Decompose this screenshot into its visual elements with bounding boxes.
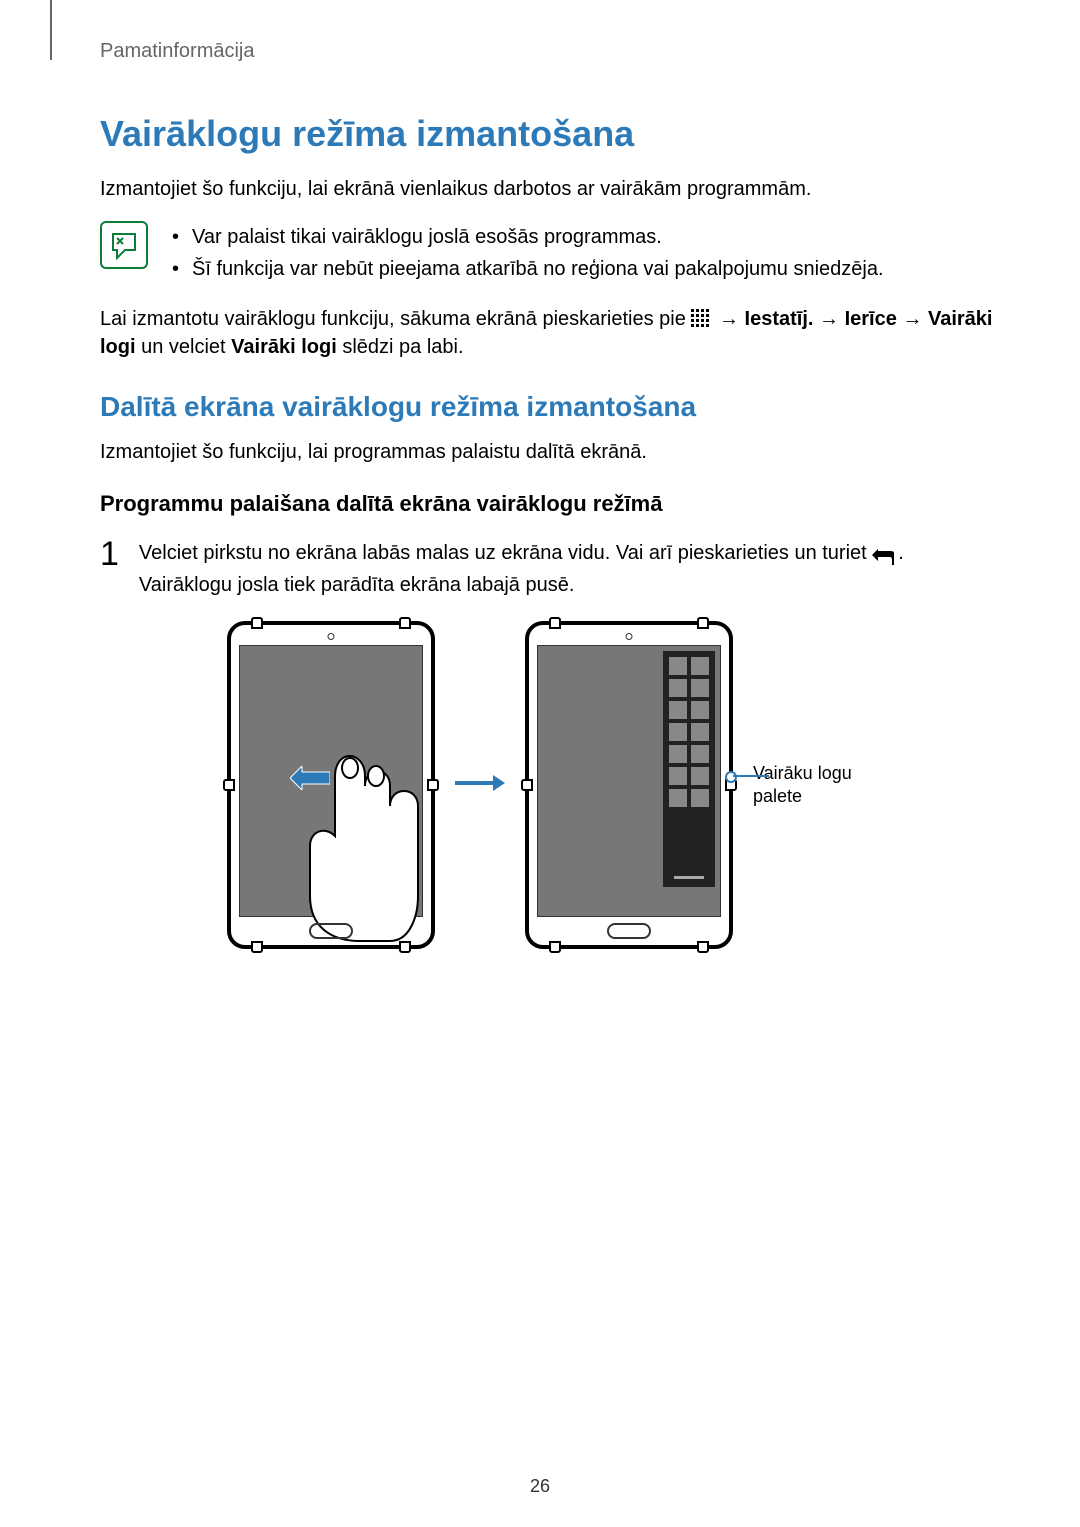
swipe-left-arrow-icon: [290, 766, 330, 795]
device-before: [227, 621, 435, 949]
note-box: Var palaist tikai vairāklogu joslā esošā…: [100, 221, 1000, 285]
note-item: Var palaist tikai vairāklogu joslā esošā…: [168, 221, 884, 253]
subheading-3: Programmu palaišana dalītā ekrāna vairāk…: [100, 491, 1000, 517]
page-title: Vairāklogu režīma izmantošana: [100, 113, 1000, 155]
note-icon: [100, 221, 148, 269]
step-number: 1: [100, 537, 119, 571]
page-number: 26: [530, 1476, 550, 1497]
note-item: Šī funkcija var nebūt pieejama atkarībā …: [168, 253, 884, 285]
callout-label: Vairāku logu palete: [753, 762, 873, 809]
instruction-text: Lai izmantotu vairāklogu funkciju, sākum…: [100, 305, 1000, 361]
apps-grid-icon: [691, 309, 713, 331]
callout-dot: [725, 771, 737, 783]
step-text: Vairāklogu josla tiek parādīta ekrāna la…: [139, 569, 904, 601]
back-icon: [872, 545, 898, 563]
section-header: Pamatinformācija: [100, 40, 1000, 63]
body-text: Izmantojiet šo funkciju, lai programmas …: [100, 438, 1000, 466]
arrow-right-icon: [455, 771, 505, 800]
callout-line: [733, 775, 769, 777]
subheading: Dalītā ekrāna vairāklogu režīma izmantoš…: [100, 391, 1000, 423]
intro-text: Izmantojiet šo funkciju, lai ekrānā vien…: [100, 175, 1000, 203]
figure: Vairāku logu palete: [100, 621, 1000, 949]
multiwindow-panel: [663, 651, 715, 887]
device-after: [525, 621, 733, 949]
step-1: 1 Velciet pirkstu no ekrāna labās malas …: [100, 537, 1000, 601]
step-text: Velciet pirkstu no ekrāna labās malas uz…: [139, 542, 872, 564]
